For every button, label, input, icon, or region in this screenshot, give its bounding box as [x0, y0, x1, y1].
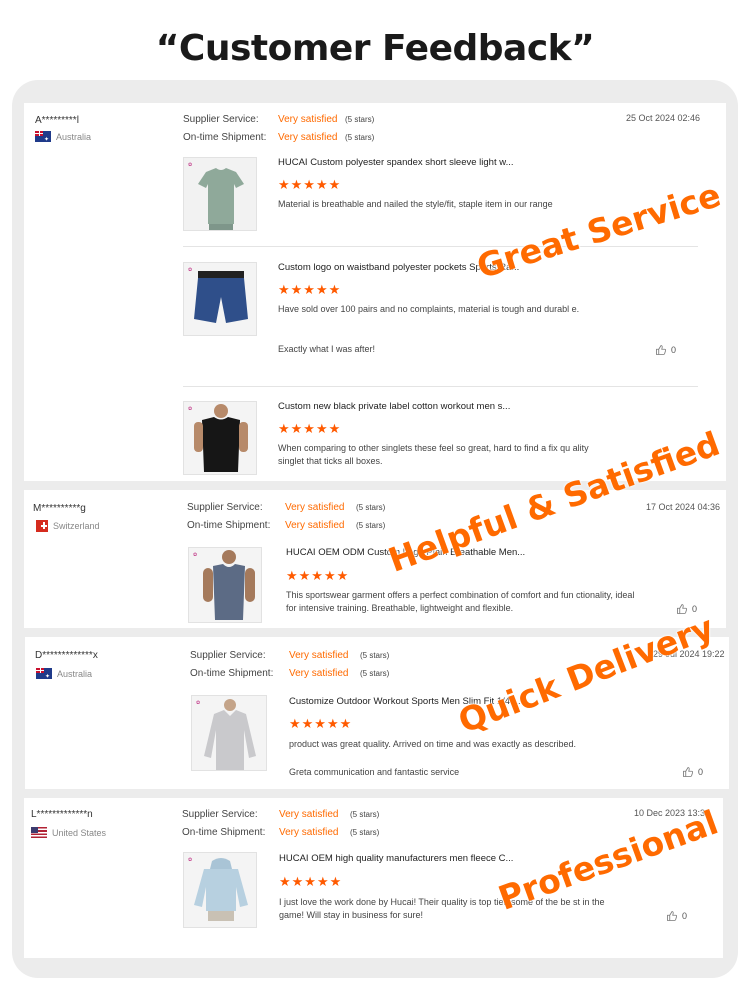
like-count: 0	[671, 345, 677, 355]
long-sleeve-icon	[204, 699, 256, 770]
product-title[interactable]: Custom logo on waistband polyester pocke…	[278, 262, 608, 273]
ontime-shipment-stars: (5 stars)	[360, 669, 390, 678]
review-card-2: M**********g Switzerland Supplier Servic…	[24, 490, 726, 628]
supplier-service-stars: (5 stars)	[350, 810, 380, 819]
product-title[interactable]: HUCAI OEM high quality manufacturers men…	[279, 853, 541, 864]
thumbs-up-icon	[677, 604, 688, 614]
review-card-4: L*************n United States Supplier S…	[24, 798, 723, 958]
reviewer-country: Australia	[36, 668, 92, 679]
review-comment: Material is breathable and nailed the st…	[278, 199, 553, 209]
product-title[interactable]: HUCAI Custom polyester spandex short sle…	[278, 157, 608, 168]
hucai-logo-icon: ✿	[196, 700, 201, 706]
hucai-logo-icon: ✿	[188, 267, 193, 273]
like-count: 0	[698, 767, 704, 777]
ontime-shipment-value: Very satisfied	[289, 668, 349, 679]
australia-flag-icon	[36, 668, 52, 679]
product-rating-stars: ★★★★★	[286, 568, 350, 583]
reviewer-country: Switzerland	[36, 520, 100, 532]
supplier-service-value: Very satisfied	[289, 650, 349, 661]
ontime-shipment-label: On-time Shipment:	[183, 132, 267, 143]
ontime-shipment-value: Very satisfied	[278, 132, 338, 143]
reviewer-country: United States	[31, 827, 106, 838]
product-image[interactable]: ✿	[183, 852, 257, 928]
supplier-service-label: Supplier Service:	[187, 502, 263, 513]
supplier-service-stars: (5 stars)	[360, 651, 390, 660]
product-rating-stars: ★★★★★	[289, 716, 353, 731]
hucai-logo-icon: ✿	[188, 162, 193, 168]
ontime-shipment-stars: (5 stars)	[345, 133, 375, 142]
supplier-service-label: Supplier Service:	[190, 650, 266, 661]
ontime-shipment-label: On-time Shipment:	[182, 827, 266, 838]
product-image[interactable]: ✿	[188, 547, 262, 623]
product-image[interactable]: ✿	[183, 157, 257, 231]
ontime-shipment-label: On-time Shipment:	[187, 520, 271, 531]
supplier-service-stars: (5 stars)	[345, 115, 375, 124]
like-count: 0	[682, 911, 688, 921]
review-date: 25 Oct 2024 02:46	[626, 113, 701, 123]
tshirt-icon	[198, 168, 244, 230]
product-rating-stars: ★★★★★	[278, 177, 342, 192]
product-divider	[183, 386, 698, 387]
thumbs-up-icon	[683, 767, 694, 777]
review-date: 17 Oct 2024 04:36	[646, 502, 721, 512]
page-title: “Customer Feedback”	[155, 28, 595, 69]
hoodie-icon	[194, 858, 248, 921]
reviewer-name: M**********g	[33, 503, 86, 514]
review-comment: product was great quality. Arrived on ti…	[289, 739, 576, 749]
ontime-shipment-value: Very satisfied	[285, 520, 345, 531]
like-button[interactable]: 0	[655, 344, 676, 356]
supplier-service-stars: (5 stars)	[356, 503, 386, 512]
like-button[interactable]: 0	[666, 910, 687, 922]
review-comment-followup: Exactly what I was after!	[278, 344, 376, 354]
ontime-shipment-value: Very satisfied	[279, 827, 339, 838]
us-flag-icon	[31, 827, 47, 838]
reviewer-name: L*************n	[31, 809, 93, 820]
tank-top-icon	[203, 550, 255, 620]
product-title[interactable]: Custom new black private label cotton wo…	[278, 401, 608, 412]
product-rating-stars: ★★★★★	[278, 282, 342, 297]
product-image[interactable]: ✿	[191, 695, 267, 771]
product-image[interactable]: ✿	[183, 401, 257, 475]
reviewer-name: D*************x	[35, 650, 98, 661]
thumbs-up-icon	[656, 345, 667, 355]
singlet-icon	[194, 404, 248, 472]
country-label: United States	[52, 827, 107, 838]
supplier-service-value: Very satisfied	[279, 809, 339, 820]
review-card-1: A*********l Australia Supplier Service: …	[24, 103, 726, 481]
supplier-service-value: Very satisfied	[285, 502, 345, 513]
review-comment: When comparing to other singlets these f…	[278, 443, 589, 466]
ontime-shipment-label: On-time Shipment:	[190, 668, 274, 679]
hucai-logo-icon: ✿	[188, 406, 193, 412]
thumbs-up-icon	[667, 911, 678, 921]
ontime-shipment-stars: (5 stars)	[356, 521, 386, 530]
like-button[interactable]: 0	[682, 766, 703, 778]
reviewer-name: A*********l	[35, 115, 79, 126]
country-label: Australia	[56, 131, 92, 142]
product-rating-stars: ★★★★★	[279, 874, 343, 889]
product-rating-stars: ★★★★★	[278, 421, 342, 436]
supplier-service-label: Supplier Service:	[183, 114, 259, 125]
review-comment: This sportswear garment offers a perfect…	[286, 590, 635, 613]
reviewer-country: Australia	[35, 131, 91, 142]
supplier-service-value: Very satisfied	[278, 114, 338, 125]
country-label: Australia	[57, 668, 93, 679]
country-label: Switzerland	[53, 521, 100, 531]
product-image[interactable]: ✿	[183, 262, 257, 336]
australia-flag-icon	[35, 131, 51, 142]
review-comment: Have sold over 100 pairs and no complain…	[278, 304, 580, 314]
switzerland-flag-icon	[36, 520, 48, 532]
product-divider	[183, 246, 698, 247]
hucai-logo-icon: ✿	[193, 552, 198, 558]
review-comment: I just love the work done by Hucai! Thei…	[279, 897, 605, 920]
ontime-shipment-stars: (5 stars)	[350, 828, 380, 837]
hucai-logo-icon: ✿	[188, 857, 193, 863]
supplier-service-label: Supplier Service:	[182, 809, 258, 820]
shorts-icon	[194, 271, 248, 323]
review-comment-followup: Greta communication and fantastic servic…	[289, 767, 460, 777]
